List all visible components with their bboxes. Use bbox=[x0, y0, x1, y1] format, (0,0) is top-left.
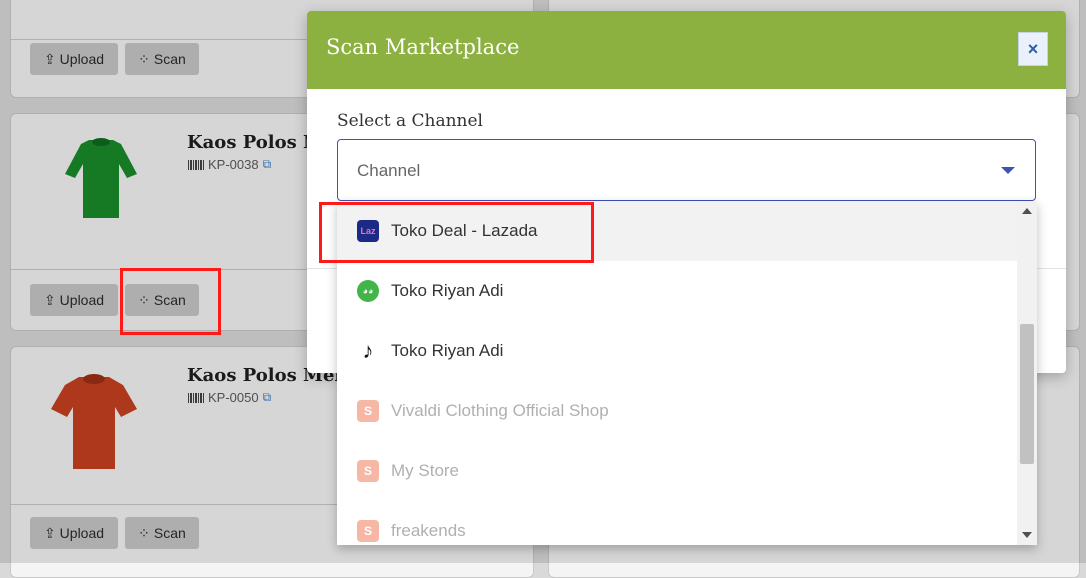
scrollbar-thumb[interactable] bbox=[1020, 324, 1034, 464]
scroll-down-arrow-icon[interactable] bbox=[1022, 532, 1032, 538]
shopee-logo-icon: S bbox=[357, 460, 379, 482]
tiktok-logo-icon: ♪ bbox=[362, 338, 374, 363]
tokopedia-logo-icon: ◕◕ bbox=[357, 280, 379, 302]
close-button[interactable]: × bbox=[1018, 32, 1048, 66]
channel-option: S My Store bbox=[337, 441, 1017, 501]
highlight-lazada-option-box bbox=[319, 202, 594, 263]
modal-title: Scan Marketplace bbox=[326, 35, 520, 59]
highlight-scan-button-box bbox=[120, 268, 221, 335]
close-icon: × bbox=[1027, 38, 1039, 59]
shopee-logo-icon: S bbox=[357, 520, 379, 542]
channel-field-label: Select a Channel bbox=[337, 111, 483, 131]
chevron-down-icon bbox=[1001, 167, 1015, 174]
channel-option[interactable]: ♪ Toko Riyan Adi bbox=[337, 321, 1017, 381]
channel-option-label: Vivaldi Clothing Official Shop bbox=[391, 401, 609, 420]
channel-option: S freakends bbox=[337, 501, 1017, 545]
scroll-up-arrow-icon[interactable] bbox=[1022, 208, 1032, 214]
shopee-logo-icon: S bbox=[357, 400, 379, 422]
channel-option[interactable]: ◕◕ Toko Riyan Adi bbox=[337, 261, 1017, 321]
channel-select[interactable]: Channel bbox=[337, 139, 1036, 201]
channel-option-label: Toko Riyan Adi bbox=[391, 341, 504, 360]
channel-option-label: freakends bbox=[391, 521, 466, 540]
channel-option-label: Toko Riyan Adi bbox=[391, 281, 504, 300]
dropdown-scrollbar[interactable] bbox=[1017, 201, 1037, 545]
modal-header: Scan Marketplace × bbox=[307, 11, 1066, 89]
channel-option-label: My Store bbox=[391, 461, 460, 480]
channel-option: S Vivaldi Clothing Official Shop bbox=[337, 381, 1017, 441]
channel-select-placeholder: Channel bbox=[357, 161, 421, 180]
